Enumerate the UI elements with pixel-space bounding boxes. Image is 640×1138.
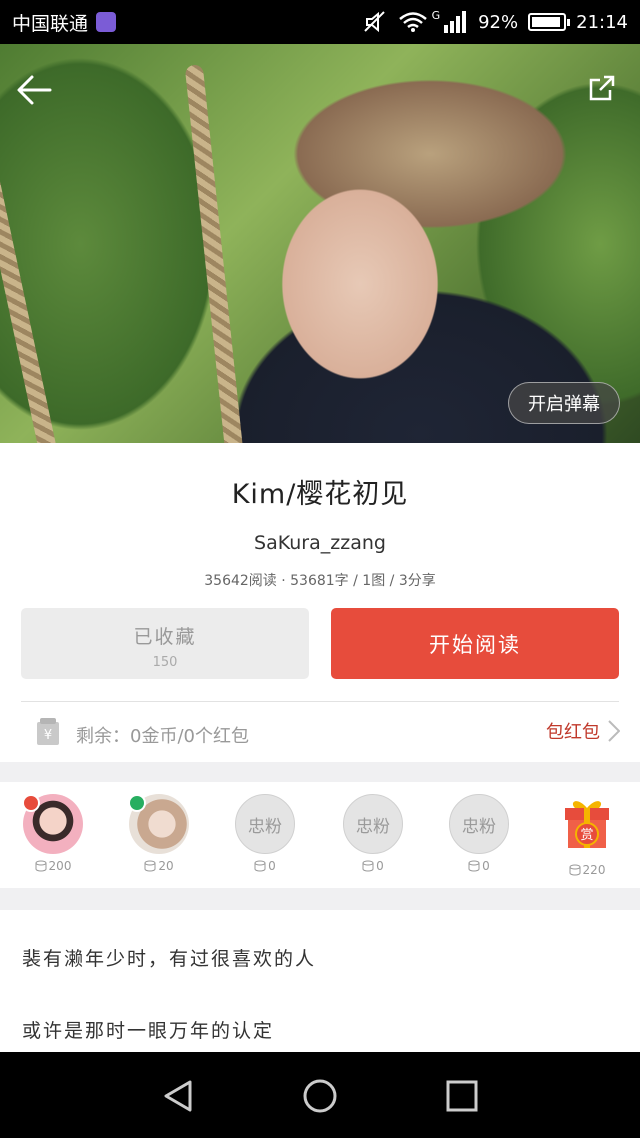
redpack-row: ¥ 剩余：0金币/0个红包 包红包 <box>0 704 640 762</box>
fan-amount-value: 0 <box>376 859 384 873</box>
rope-left <box>0 165 59 443</box>
danmaku-toggle-button[interactable]: 开启弹幕 <box>508 382 620 424</box>
status-bar: 中国联通 G 92% 21:14 <box>0 0 640 44</box>
cover-image: 开启弹幕 <box>0 44 640 443</box>
circle-home-icon[interactable] <box>302 1078 338 1114</box>
coin-stack-icon <box>569 864 581 876</box>
give-redpack-label: 包红包 <box>546 722 600 743</box>
loyal-fan-placeholder: 忠粉 <box>449 794 509 854</box>
loyal-fan-placeholder: 忠粉 <box>235 794 295 854</box>
battery-icon <box>528 13 571 31</box>
coin-stack-icon <box>254 860 266 872</box>
coin-stack-icon <box>144 860 156 872</box>
fan-amount-value: 220 <box>582 863 606 877</box>
fan-amount: 0 <box>230 859 300 873</box>
start-reading-button[interactable]: 开始阅读 <box>331 608 619 679</box>
section-gap <box>0 762 640 782</box>
fan-amount: 200 <box>18 859 88 873</box>
give-redpack-button[interactable]: 包红包 <box>546 718 620 744</box>
fan-item[interactable]: 忠粉 0 <box>338 794 408 873</box>
svg-text:¥: ¥ <box>44 728 52 743</box>
fan-item[interactable]: 忠粉 0 <box>444 794 514 873</box>
story-line: 裴有濑年少时，有过很喜欢的人 <box>22 948 317 970</box>
gift-box-icon: 赏 <box>565 801 609 848</box>
back-arrow-icon[interactable] <box>14 72 54 108</box>
collected-count: 150 <box>152 655 178 670</box>
fan-amount-value: 0 <box>268 859 276 873</box>
coin-icon: ¥ <box>37 718 59 745</box>
system-nav-bar <box>0 1052 640 1138</box>
fan-amount-value: 0 <box>482 859 490 873</box>
remain-text: 剩余：0金币/0个红包 <box>76 726 249 747</box>
fan-amount: 220 <box>552 863 622 877</box>
fans-row: 200 20 忠粉 0 忠粉 0 忠粉 0 赏 220 <box>0 782 640 886</box>
fan-item[interactable]: 20 <box>124 794 194 873</box>
fan-amount: 20 <box>124 859 194 873</box>
notification-app-icon <box>96 12 117 32</box>
reward-gift-button[interactable]: 赏 220 <box>552 794 622 877</box>
fan-amount-value: 20 <box>158 859 174 873</box>
carrier-group: 中国联通 <box>12 9 117 36</box>
clock: 21:14 <box>576 11 628 33</box>
coin-stack-icon <box>35 860 47 872</box>
carrier-name: 中国联通 <box>12 12 89 35</box>
signal-icon <box>444 11 467 33</box>
square-recent-icon[interactable] <box>444 1078 480 1114</box>
fan-amount-value: 200 <box>48 859 72 873</box>
fan-badge <box>22 794 40 812</box>
book-title: Kim/樱花初见 <box>231 479 409 510</box>
network-type-label: G <box>431 8 441 22</box>
reward-label: 赏 <box>580 828 593 843</box>
coin-stack-icon <box>362 860 374 872</box>
coin-stack-icon <box>468 860 480 872</box>
fan-amount: 0 <box>338 859 408 873</box>
share-icon[interactable] <box>588 74 616 102</box>
section-gap <box>0 888 640 910</box>
fan-item[interactable]: 200 <box>18 794 88 873</box>
author-name[interactable]: SaKura_zzang <box>0 532 640 554</box>
fan-item[interactable]: 忠粉 0 <box>230 794 300 873</box>
fan-amount: 0 <box>444 859 514 873</box>
triangle-back-icon[interactable] <box>160 1078 196 1114</box>
battery-level <box>532 17 560 27</box>
status-icons: G 92% 21:14 <box>362 8 628 34</box>
loyal-fan-placeholder: 忠粉 <box>343 794 403 854</box>
collected-label: 已收藏 <box>133 626 197 648</box>
divider <box>21 701 619 702</box>
fan-badge <box>128 794 146 812</box>
collected-button[interactable]: 已收藏 150 <box>21 608 309 679</box>
battery-percent: 92% <box>478 11 519 33</box>
book-stats: 35642阅读 · 53681字 / 1图 / 3分享 <box>204 573 436 589</box>
rope-right <box>184 64 244 443</box>
chevron-right-icon <box>608 720 620 742</box>
wifi-icon <box>398 12 427 32</box>
mute-icon <box>363 11 385 33</box>
story-line: 或许是那时一眼万年的认定 <box>22 1020 275 1042</box>
